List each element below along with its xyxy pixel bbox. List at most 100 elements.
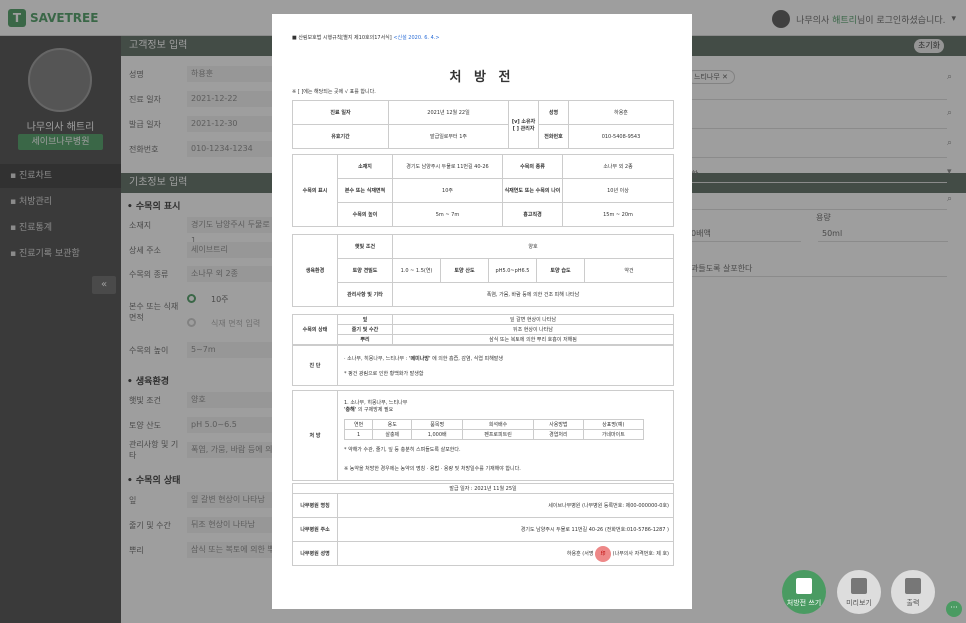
cell: 살충제 (372, 429, 413, 440)
doctor-cell: 하용훈 (서명 印 (나무의사 자격번호: 제 호) (337, 541, 674, 566)
diag-line-1: · 소나무, 히몽나무, 느티나무 : '메미나방' 에 의한 흡즙, 감염, … (344, 355, 672, 362)
cell: 5m ~ 7m (392, 202, 503, 227)
cell: 토양 습도 (536, 258, 585, 283)
diagnosis-cell: · 소나무, 히몽나무, 느티나무 : '메미나방' 에 의한 흡즙, 감염, … (337, 345, 674, 386)
cell: 폭염, 가뭄, 바람 등에 의한 건조 피해 나타남 (392, 282, 674, 307)
doc-source-date: <신설 2020. 6. 4.> (393, 35, 440, 41)
cell: 생육환경 (292, 234, 338, 307)
cell: 용도 (372, 419, 413, 430)
cell: 발급일로부터 1주 (388, 124, 509, 149)
cell: 경엽처리 (533, 429, 584, 440)
cell: 약건 (584, 258, 674, 283)
cell: 2021년 12월 22일 (388, 100, 509, 125)
cell: 경기도 남양주시 두물로 11번길 40-26 (392, 154, 503, 179)
cell: 삼식 또는 복토에 의한 뿌리 호흡이 저해됨 (392, 334, 674, 345)
cell: 수목의 상태 (292, 314, 338, 345)
cell: 진 단 (292, 345, 338, 386)
cell: 경기도 남양주시 두물로 11번길 40-26 (전화번호:010-5786-1… (337, 517, 674, 542)
diag-text: · 소나무, 히몽나무, 느티나무 : (344, 355, 410, 362)
cell: 010-5408-9543 (568, 124, 674, 149)
cell: pH5.0~pH6.5 (488, 258, 537, 283)
cell: 가네마이트 (582, 429, 645, 440)
cell: 펜프로피트린 (462, 429, 535, 440)
cell: 잎 갈변 현상이 나타남 (392, 314, 674, 325)
cell: 햇빛 조건 (337, 234, 393, 259)
cell: 전화번호 (538, 124, 569, 149)
prescription-cell: 1. 소나무, 히몽나무, 느티나무 '충해' 의 구제방제 필요 연번 용도 품목… (337, 390, 674, 481)
doc-note: ※ [ ]에는 해당되는 곳에 √ 표를 합니다. (292, 89, 376, 95)
print-label: 출력 (906, 599, 920, 607)
cell: 성명 (538, 100, 569, 125)
presc-line: 1. 소나무, 히몽나무, 느티나무 (344, 400, 408, 406)
write-label: 처방전 쓰기 (786, 599, 822, 607)
cell: 흉고직경 (502, 202, 563, 227)
doc-prescription-table: 처 방 1. 소나무, 히몽나무, 느티나무 '충해' 의 구제방제 필요 연번… (292, 390, 674, 481)
write-prescription-button[interactable]: 처방전 쓰기 (782, 570, 826, 614)
doc-source: ■ 산림보호법 시행규칙[별지 제10호의17서식] <신설 2020. 6. … (292, 34, 440, 41)
cell: 사용방법 (533, 419, 584, 430)
cell: 소나무 외 2종 (562, 154, 674, 179)
cell: 나무병원 주소 (292, 517, 338, 542)
cell: 관리사항 및 기타 (337, 282, 393, 307)
doc-source-text: ■ 산림보호법 시행규칙[별지 제10호의17서식] (292, 35, 392, 41)
cell: 1.0 ~ 1.5(연) (392, 258, 441, 283)
seal-stamp: 印 (595, 545, 612, 562)
cell: 하용훈 (568, 100, 674, 125)
cell: 뿌리 (337, 334, 393, 345)
doctor-text: (나무의사 자격번호: 제 호) (612, 550, 669, 557)
doctor-text: 하용훈 (서명 (566, 550, 594, 557)
cell: 품목명 (411, 419, 464, 430)
doc-tree-table: 수목의 표시 소재지 경기도 남양주시 두물로 11번길 40-26 수목의 종류 소나… (292, 154, 674, 227)
preview-button[interactable]: 미리보기 (837, 570, 881, 614)
cell: 상표명(예) (582, 419, 645, 430)
cell: 소재지 (337, 154, 393, 179)
presc-line: * 약해가 수관, 줄기, 잎 등 충분히 스며들도록 살포한다. (344, 447, 461, 453)
cell: 1,000배 (411, 429, 464, 440)
diag-text: 에 의한 흡즙, 감염, 식엽 피해발생 (430, 355, 504, 362)
doc-state-table: 수목의 상태 잎 잎 갈변 현상이 나타남 줄기 및 수간 뒤조 현상이 나타남 뿌리… (292, 314, 674, 345)
issue-date: 발급 일자 : 2021년 11월 25일 (292, 483, 674, 494)
presc-text: '충해' (344, 407, 357, 413)
more-icon[interactable]: ··· (946, 601, 962, 617)
cell: 줄기 및 수간 (337, 324, 393, 335)
cell: 양호 (392, 234, 674, 259)
cell: 수목의 높이 (337, 202, 393, 227)
cell: 식재연도 또는 수목의 나이 (502, 178, 563, 203)
cell: 토양 견밀도 (337, 258, 393, 283)
cell: 나무병원 명칭 (292, 493, 338, 518)
pesticide-table: 연번 용도 품목명 희석배수 사용방법 상표명(예) 1 살충제 1,000배 펜프로피트린 경엽… (343, 419, 645, 440)
cell: 수목의 표시 (292, 154, 338, 227)
cell: 10주 (392, 178, 503, 203)
cell: 처 방 (292, 390, 338, 481)
presc-line: '충해' 의 구제방제 필요 (344, 406, 667, 413)
cell: 뒤조 현상이 나타남 (392, 324, 674, 335)
cell: 나무병원 성명 (292, 541, 338, 566)
cell: 진료 일자 (292, 100, 389, 125)
cell: 본수 또는 식재면적 (337, 178, 393, 203)
doc-issue-table: 발급 일자 : 2021년 11월 25일 나무병원 명칭 세이브나무병원 (나무… (292, 483, 674, 566)
printer-icon (905, 578, 921, 594)
cell: [v] 소유자 [ ] 관리자 (508, 100, 539, 149)
doc-growth-table: 생육환경 햇빛 조건 양호 토양 견밀도 1.0 ~ 1.5(연) 토양 산도 pH5.0… (292, 234, 674, 307)
cell: 10년 이상 (562, 178, 674, 203)
prescription-document: ■ 산림보호법 시행규칙[별지 제10호의17서식] <신설 2020. 6. … (272, 14, 692, 609)
document-icon (796, 578, 812, 594)
preview-label: 미리보기 (846, 599, 872, 607)
doc-top-table: 진료 일자 2021년 12월 22일 [v] 소유자 [ ] 관리자 성명 하용훈 유… (292, 100, 674, 149)
cell: 수목의 종류 (502, 154, 563, 179)
presc-line: ※ 농약을 처방한 경우에는 농약의 명칭 · 용법 · 용량 및 처방일수를 … (344, 466, 521, 472)
pdf-icon (851, 578, 867, 594)
cell: 유효기간 (292, 124, 389, 149)
cell: 잎 (337, 314, 393, 325)
doc-title: 처 방 전 (449, 70, 515, 85)
presc-text: 의 구제방제 필요 (356, 407, 394, 413)
cell: 세이브나무병원 (나무병원 등록번호: 제00-000000-0호) (337, 493, 674, 518)
doc-diagnosis-table: 진 단 · 소나무, 히몽나무, 느티나무 : '메미나방' 에 의한 흡즙, 감… (292, 345, 674, 386)
diag-text: '메미나방' (409, 355, 431, 362)
cell: 1 (343, 429, 374, 440)
cell: 토양 산도 (440, 258, 489, 283)
cell: 연번 (343, 419, 374, 430)
print-button[interactable]: 출력 (891, 570, 935, 614)
cell: 희석배수 (462, 419, 535, 430)
diag-line-2: * 펑건 광림으로 인한 황백화가 발생함 (344, 370, 424, 377)
